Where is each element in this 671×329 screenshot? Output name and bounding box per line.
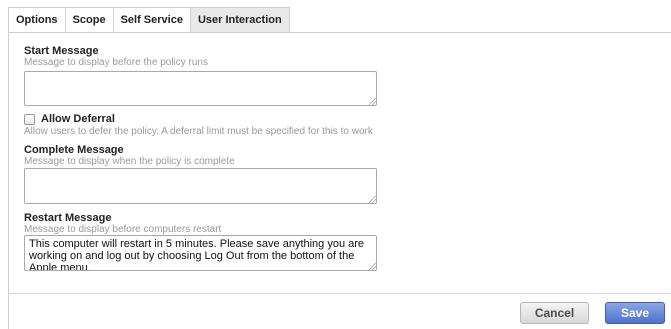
start-message-label: Start Message — [24, 45, 99, 57]
restart-message-resize-grip[interactable] — [369, 263, 376, 270]
complete-message-label: Complete Message — [24, 144, 124, 156]
restart-message-section: Restart Message Message to display befor… — [24, 212, 221, 235]
allow-deferral-description: Allow users to defer the policy. A defer… — [24, 126, 373, 137]
start-message-section: Start Message Message to display before … — [24, 45, 208, 68]
start-message-resize-grip[interactable] — [369, 98, 376, 105]
tab-user-interaction[interactable]: User Interaction — [190, 8, 290, 33]
complete-message-section: Complete Message Message to display when… — [24, 144, 235, 167]
complete-message-description: Message to display when the policy is co… — [24, 156, 235, 167]
cancel-button[interactable]: Cancel — [520, 302, 589, 324]
restart-message-textarea[interactable]: This computer will restart in 5 minutes.… — [24, 235, 377, 271]
tab-scope[interactable]: Scope — [65, 8, 114, 33]
restart-message-description: Message to display before computers rest… — [24, 224, 222, 235]
allow-deferral-label[interactable]: Allow Deferral — [41, 113, 115, 125]
allow-deferral-description-wrap: Allow users to defer the policy. A defer… — [24, 126, 373, 137]
restart-message-label: Restart Message — [24, 212, 112, 224]
allow-deferral-checkbox[interactable] — [24, 113, 35, 125]
tab-self-service[interactable]: Self Service — [113, 8, 191, 33]
allow-deferral-row: Allow Deferral — [24, 113, 115, 125]
footer-divider — [8, 293, 671, 294]
start-message-textarea[interactable] — [24, 71, 377, 106]
tab-bar: Options Scope Self Service User Interact… — [8, 7, 290, 33]
start-message-description: Message to display before the policy run… — [24, 57, 208, 68]
save-button[interactable]: Save — [605, 302, 665, 324]
user-interaction-panel: Start Message Message to display before … — [8, 32, 671, 329]
tab-options[interactable]: Options — [8, 8, 66, 33]
complete-message-textarea[interactable] — [24, 168, 377, 204]
complete-message-resize-grip[interactable] — [369, 196, 376, 203]
